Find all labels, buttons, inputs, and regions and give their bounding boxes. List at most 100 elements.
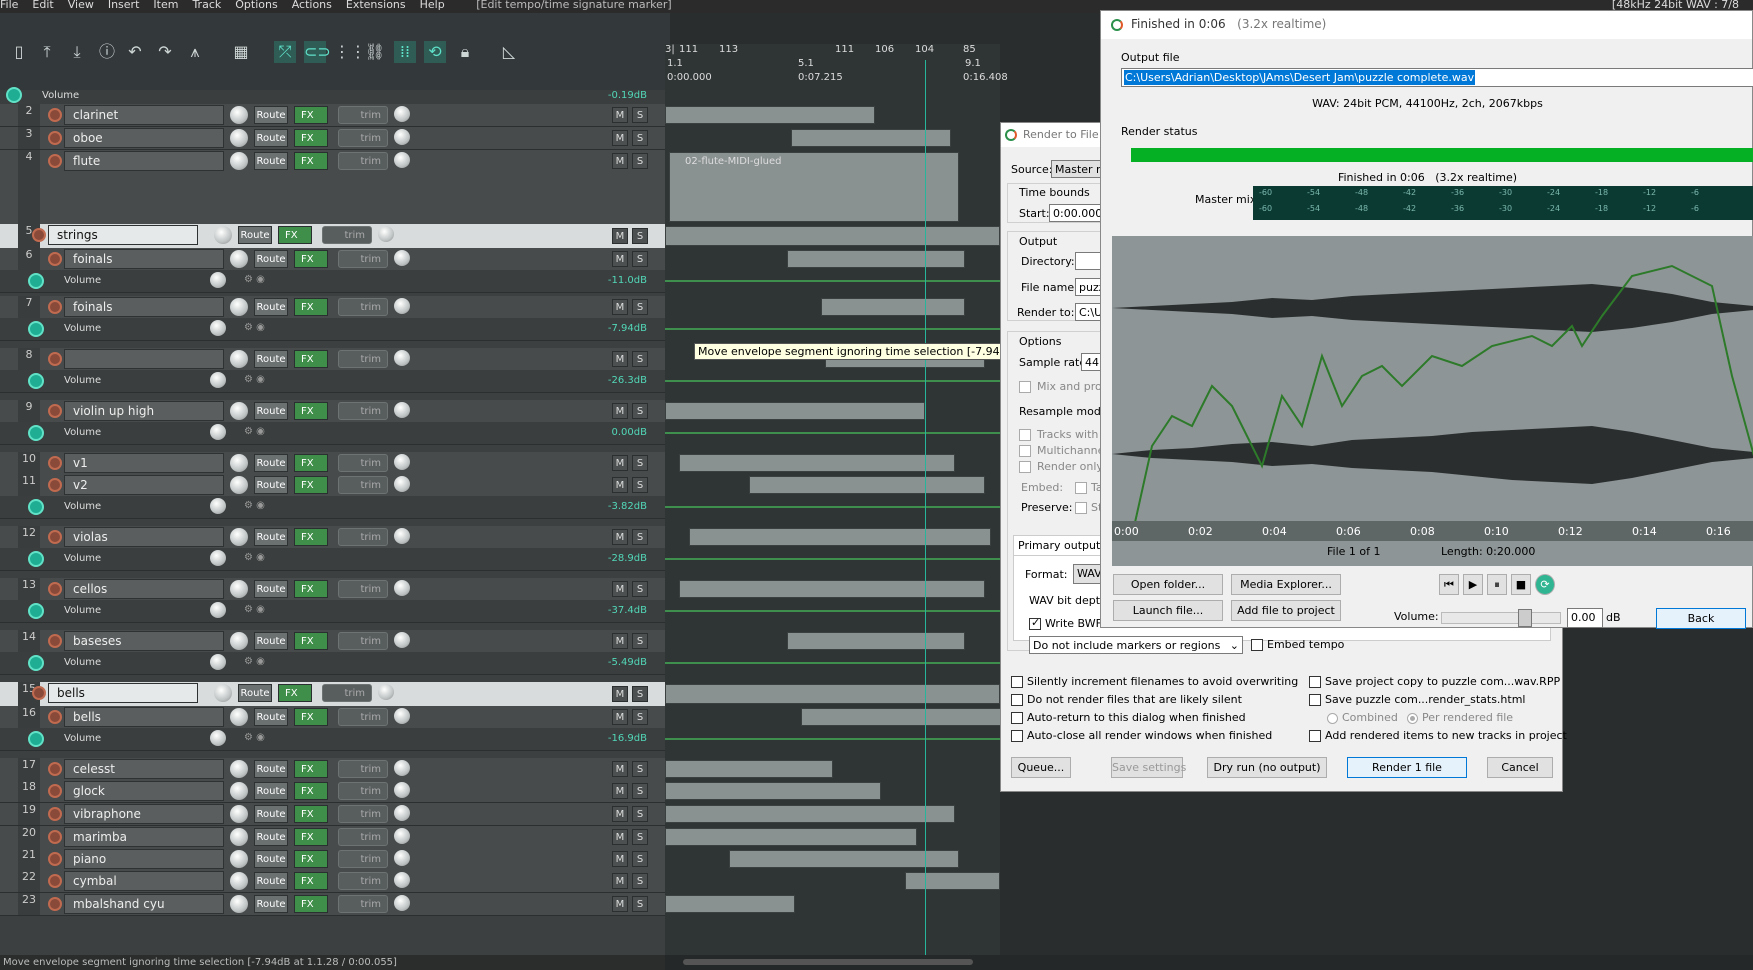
track-15[interactable]: 15 bells Route FX trim M S: [0, 682, 665, 707]
menu-options[interactable]: Options: [235, 0, 277, 11]
envelope-volume-knob-icon[interactable]: [210, 272, 226, 288]
envelope-lock-icon[interactable]: ⛓: [364, 41, 386, 63]
embed-checkbox[interactable]: [1075, 482, 1087, 494]
record-arm-icon[interactable]: [32, 228, 46, 242]
grid-icon[interactable]: ⋮⋮: [334, 41, 366, 63]
no-silent-checkbox[interactable]: [1011, 694, 1023, 706]
pan-knob-icon[interactable]: [394, 250, 410, 266]
envelope-volume-knob-icon[interactable]: [210, 602, 226, 618]
track-3[interactable]: 3 oboe Route FX trim M S: [0, 127, 665, 150]
record-arm-icon[interactable]: [48, 710, 62, 724]
pan-knob-icon[interactable]: [394, 872, 410, 888]
track-22[interactable]: 22 cymbal Route FX trim M S: [0, 870, 665, 893]
track-10[interactable]: 10 v1 Route FX trim M S: [0, 452, 665, 475]
volume-slider[interactable]: [1441, 609, 1561, 627]
media-item[interactable]: [801, 708, 1000, 726]
volume-knob-icon[interactable]: [230, 782, 248, 800]
trim-button[interactable]: trim: [338, 402, 388, 420]
volume-knob-icon[interactable]: [230, 476, 248, 494]
mute-button[interactable]: M: [612, 299, 628, 315]
volume-knob-icon[interactable]: [230, 708, 248, 726]
volume-knob-icon[interactable]: [230, 350, 248, 368]
route-button[interactable]: Route: [254, 350, 288, 368]
write-bwf-checkbox[interactable]: ✓: [1029, 616, 1041, 630]
pan-knob-icon[interactable]: [394, 129, 410, 145]
track-name[interactable]: v1: [64, 453, 224, 473]
filename-field[interactable]: puzz: [1075, 278, 1101, 296]
menu-view[interactable]: View: [68, 0, 94, 11]
mute-button[interactable]: M: [612, 351, 628, 367]
track-9[interactable]: 9 violin up high Route FX trim M S: [0, 400, 665, 423]
fx-button[interactable]: FX: [294, 250, 328, 268]
solo-button[interactable]: S: [632, 829, 648, 845]
record-arm-icon[interactable]: [48, 478, 62, 492]
mute-button[interactable]: M: [612, 251, 628, 267]
envelope-power-icon[interactable]: [6, 87, 22, 103]
track-name[interactable]: cymbal: [64, 871, 224, 891]
silent-increment-checkbox[interactable]: [1011, 676, 1023, 688]
fx-button[interactable]: FX: [278, 226, 312, 244]
fx-button[interactable]: FX: [278, 684, 312, 702]
route-button[interactable]: Route: [254, 632, 288, 650]
volume-knob-icon[interactable]: [230, 298, 248, 316]
media-item[interactable]: [665, 760, 833, 778]
open-project-icon[interactable]: ⤒: [36, 41, 58, 63]
media-item[interactable]: [665, 895, 795, 913]
auto-close-checkbox[interactable]: [1011, 730, 1023, 742]
repeat-icon[interactable]: ⟳: [1535, 574, 1555, 595]
track-name[interactable]: glock: [64, 781, 224, 801]
pan-knob-icon[interactable]: [394, 106, 410, 122]
track-20[interactable]: 20 marimba Route FX trim M S: [0, 826, 665, 849]
media-item[interactable]: [665, 782, 881, 800]
track-14[interactable]: 14 baseses Route FX trim M S: [0, 630, 665, 653]
source-select[interactable]: Master mi: [1051, 160, 1101, 178]
timeline-ruler[interactable]: 3| 111 113 111 106 104 85 1.1 5.1 9.1 0:…: [665, 44, 1008, 90]
track-name[interactable]: foinals: [64, 249, 224, 269]
fx-button[interactable]: FX: [294, 895, 328, 913]
solo-button[interactable]: S: [632, 130, 648, 146]
arrange-view[interactable]: 02-flute-MIDI-glued: [665, 90, 1000, 955]
envelope-line[interactable]: [665, 662, 1000, 664]
track-2[interactable]: 2 clarinet Route FX trim M S: [0, 104, 665, 127]
envelope-volume-knob-icon[interactable]: [210, 320, 226, 336]
track-19[interactable]: 19 vibraphone Route FX trim M S: [0, 803, 665, 826]
route-button[interactable]: Route: [254, 152, 288, 170]
mute-button[interactable]: M: [612, 403, 628, 419]
trim-button[interactable]: trim: [322, 226, 372, 244]
solo-button[interactable]: S: [632, 107, 648, 123]
mute-button[interactable]: M: [612, 896, 628, 912]
new-project-icon[interactable]: ▯: [8, 41, 30, 63]
mute-button[interactable]: M: [612, 851, 628, 867]
volume-knob-icon[interactable]: [230, 872, 248, 890]
volume-knob-icon[interactable]: [230, 250, 248, 268]
menu-edit[interactable]: Edit: [32, 0, 53, 11]
record-arm-icon[interactable]: [48, 131, 62, 145]
record-arm-icon[interactable]: [48, 874, 62, 888]
pan-knob-icon[interactable]: [394, 454, 410, 470]
record-arm-icon[interactable]: [48, 404, 62, 418]
track-7[interactable]: 7 foinals Route FX trim M S: [0, 296, 665, 319]
route-button[interactable]: Route: [254, 476, 288, 494]
media-item[interactable]: [791, 129, 951, 147]
mute-button[interactable]: M: [612, 228, 628, 244]
fx-button[interactable]: FX: [294, 850, 328, 868]
volume-knob-icon[interactable]: [230, 850, 248, 868]
gear-icon[interactable]: ⚙ ◉: [244, 426, 265, 437]
envelope-power-icon[interactable]: [28, 655, 44, 671]
mute-button[interactable]: M: [612, 633, 628, 649]
route-button[interactable]: Route: [254, 895, 288, 913]
media-item[interactable]: [665, 805, 955, 823]
trim-tool-icon[interactable]: ◺: [498, 41, 520, 63]
envelope-line[interactable]: [665, 738, 1000, 740]
fx-button[interactable]: FX: [294, 632, 328, 650]
trim-button[interactable]: trim: [322, 684, 372, 702]
volume-knob-icon[interactable]: [230, 760, 248, 778]
mute-button[interactable]: M: [612, 761, 628, 777]
pan-knob-icon[interactable]: [394, 580, 410, 596]
trim-button[interactable]: trim: [338, 872, 388, 890]
trim-button[interactable]: trim: [338, 895, 388, 913]
volume-knob-icon[interactable]: [230, 632, 248, 650]
record-arm-icon[interactable]: [32, 686, 46, 700]
add-file-to-project-button[interactable]: Add file to project: [1231, 600, 1341, 621]
lock-icon[interactable]: 🔒︎: [454, 41, 476, 63]
